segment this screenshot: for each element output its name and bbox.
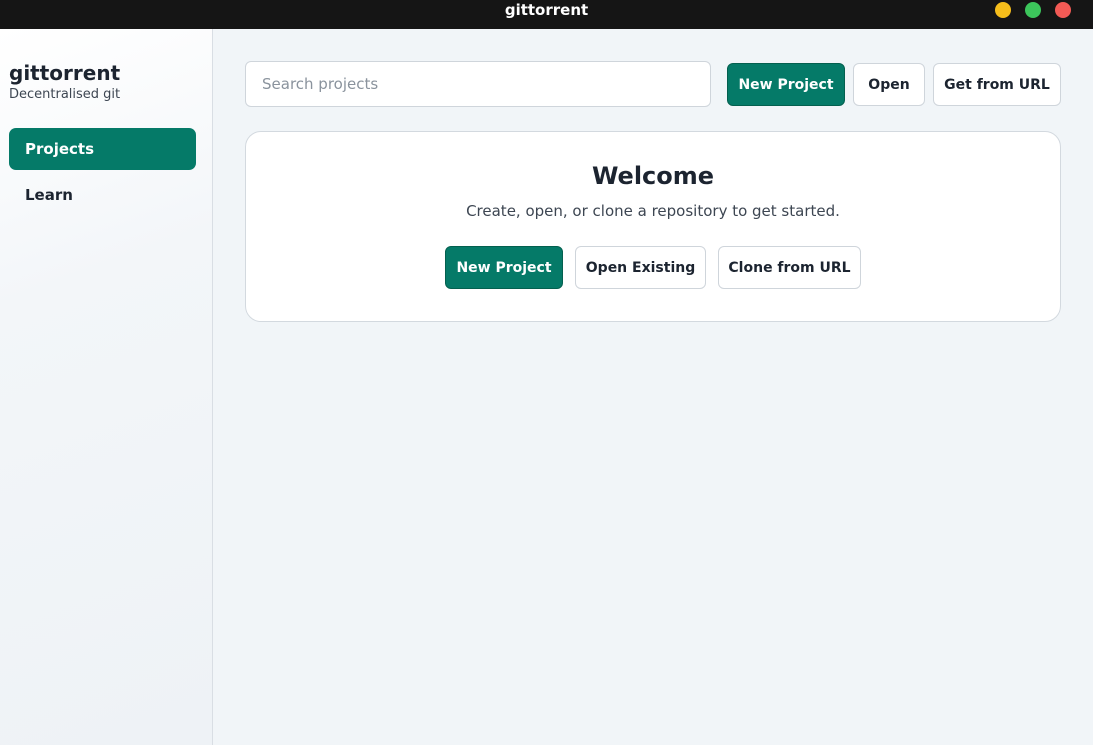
app-name: gittorrent — [9, 61, 121, 85]
new-project-button[interactable]: New Project — [727, 63, 845, 106]
window-title: gittorrent — [504, 1, 589, 19]
sidebar: gittorrent Decentralised git Projects Le… — [0, 29, 213, 745]
search-input[interactable] — [245, 61, 711, 107]
welcome-card: Welcome Create, open, or clone a reposit… — [245, 131, 1061, 322]
main-content: New Project Open Get from URL Welcome Cr… — [214, 29, 1093, 745]
window-titlebar: gittorrent — [0, 0, 1093, 29]
sidebar-item-learn[interactable]: Learn — [9, 174, 196, 216]
welcome-new-project-button[interactable]: New Project — [445, 246, 563, 289]
open-button[interactable]: Open — [853, 63, 925, 106]
clone-from-url-button[interactable]: Clone from URL — [718, 246, 861, 289]
get-from-url-button[interactable]: Get from URL — [933, 63, 1061, 106]
open-existing-button[interactable]: Open Existing — [575, 246, 706, 289]
close-button[interactable] — [1055, 2, 1071, 18]
app-tagline: Decentralised git — [9, 87, 121, 102]
welcome-subtitle: Create, open, or clone a repository to g… — [466, 202, 840, 220]
maximize-button[interactable] — [1025, 2, 1041, 18]
sidebar-item-projects[interactable]: Projects — [9, 128, 196, 170]
welcome-title: Welcome — [591, 162, 715, 190]
minimize-button[interactable] — [995, 2, 1011, 18]
